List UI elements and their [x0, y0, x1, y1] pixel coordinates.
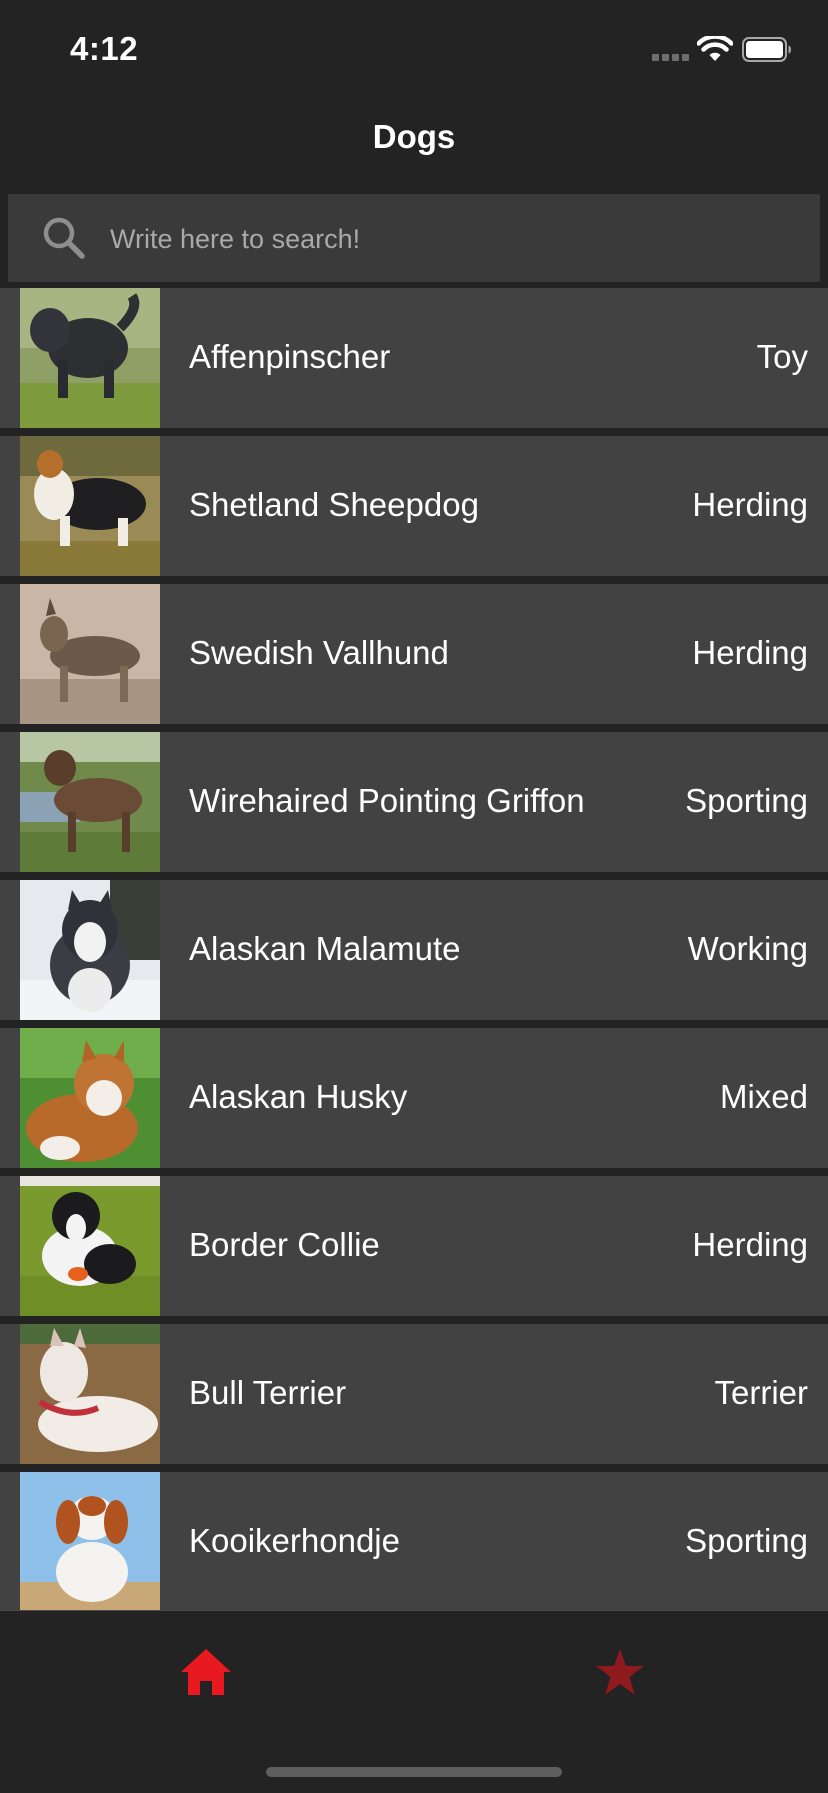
- dog-photo: [20, 1472, 160, 1610]
- page-title: Dogs: [372, 118, 456, 155]
- breed-row-shetland-sheepdog[interactable]: Shetland Sheepdog Herding: [0, 436, 828, 576]
- breed-group: Sporting: [685, 1522, 808, 1559]
- dog-photo: [20, 1324, 160, 1464]
- breed-group: Sporting: [685, 782, 808, 819]
- breed-group: Herding: [692, 1226, 808, 1263]
- breed-row-alaskan-malamute[interactable]: Alaskan Malamute Working: [0, 880, 828, 1020]
- breed-name: Swedish Vallhund: [189, 634, 449, 671]
- dog-photo: [20, 436, 160, 576]
- dog-photo: [20, 880, 160, 1020]
- breed-name: Affenpinscher: [189, 338, 391, 375]
- search-bar[interactable]: [8, 194, 820, 282]
- battery-icon: [742, 37, 791, 62]
- breed-name: Shetland Sheepdog: [189, 486, 479, 523]
- dog-photo: [20, 288, 160, 428]
- home-indicator: [266, 1767, 562, 1777]
- breed-list[interactable]: Affenpinscher Toy Shetland Sheepdog Herd…: [0, 288, 828, 1610]
- dog-photo: [20, 584, 160, 724]
- breed-row-border-collie[interactable]: Border Collie Herding: [0, 1176, 828, 1316]
- cellular-signal-icon: [652, 54, 689, 61]
- breed-name: Kooikerhondje: [189, 1522, 400, 1559]
- home-icon[interactable]: [176, 1643, 236, 1703]
- breed-row-swedish-vallhund[interactable]: Swedish Vallhund Herding: [0, 584, 828, 724]
- breed-row-wirehaired-pointing-griffon[interactable]: Wirehaired Pointing Griffon Sporting: [0, 732, 828, 872]
- breed-row-alaskan-husky[interactable]: Alaskan Husky Mixed: [0, 1028, 828, 1168]
- breed-name: Bull Terrier: [189, 1374, 347, 1411]
- breed-group: Terrier: [714, 1374, 808, 1411]
- breed-row-bull-terrier[interactable]: Bull Terrier Terrier: [0, 1324, 828, 1464]
- dog-photo: [20, 732, 160, 872]
- status-time: 4:12: [70, 30, 139, 67]
- breed-name: Wirehaired Pointing Griffon: [189, 782, 585, 819]
- breed-group: Toy: [756, 338, 808, 375]
- breed-group: Working: [687, 930, 808, 967]
- breed-row-kooikerhondje[interactable]: Kooikerhondje Sporting: [0, 1472, 828, 1610]
- breed-name: Border Collie: [189, 1226, 380, 1263]
- breed-name: Alaskan Husky: [189, 1078, 408, 1115]
- star-icon[interactable]: [590, 1643, 650, 1703]
- tab-bar: [0, 1610, 828, 1793]
- wifi-icon: [697, 36, 733, 61]
- breed-group: Herding: [692, 634, 808, 671]
- breed-row-affenpinscher[interactable]: Affenpinscher Toy: [0, 288, 828, 428]
- search-input[interactable]: [108, 212, 792, 266]
- breed-group: Mixed: [719, 1078, 808, 1115]
- breed-name: Alaskan Malamute: [189, 930, 461, 967]
- dog-photo: [20, 1176, 160, 1316]
- breed-group: Herding: [692, 486, 808, 523]
- dog-photo: [20, 1028, 160, 1168]
- search-icon: [43, 217, 85, 259]
- status-bar: 4:12: [0, 0, 828, 100]
